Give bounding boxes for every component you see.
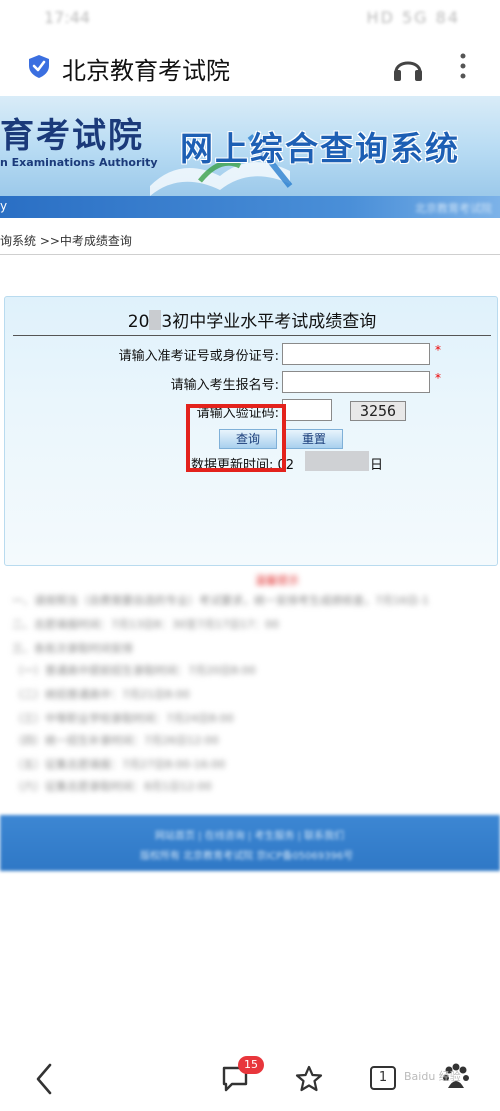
masked-date [305,451,369,471]
nav-strip: y 北京教育考试院 [0,196,500,218]
id-number-label: 请输入准考证号或身份证号: [118,349,279,364]
notice-line: 三、各批次录取时间安排 [12,642,133,655]
notice-line: （五）征集志愿填报：7月27日8:00-16:00 [12,758,226,771]
watermark-text: Baidu 经验 [404,1070,461,1083]
status-bar: 17:44 HD 5G 84 [0,0,500,36]
notice-heading: 温馨提示 [255,574,299,587]
back-icon[interactable] [34,1063,54,1095]
headphones-icon[interactable] [392,52,424,82]
browser-page: 17:44 HD 5G 84 北京教育考试院 育考试院 n Examinatio… [0,0,500,1111]
status-time: 17:44 [44,8,91,27]
shield-check-icon [29,55,49,78]
more-menu-icon[interactable] [456,50,470,82]
captcha-image[interactable]: 3256 [350,401,406,421]
notice-line: （三）中等职业学校录取时间：7月24日8:00 [12,712,234,725]
update-suffix: 日 [370,458,384,473]
id-number-input[interactable] [282,343,430,365]
nav-fragment: y [0,199,8,213]
star-icon[interactable] [294,1064,324,1094]
banner-logo-en: n Examinations Authority [0,156,158,169]
notice-line: （六）征集志愿录取时间：8月1日12:00 [12,780,212,793]
required-mark: * [435,371,441,385]
notice-line: 一、请按照当（自费需要自选的专业）考试要求，统一安排考生成绩核查，7月16日-1 [12,594,429,607]
panel-rule [13,335,491,336]
notice-line: （一）普通高中提前招生录取时间：7月20日8:00 [12,664,256,677]
registration-number-input[interactable] [282,371,430,393]
footer-links: 网站首页 | 在线咨询 | 考生服务 | 联系我们 [155,831,345,842]
browser-top-bar: 北京教育考试院 [0,36,500,96]
banner-logo: 育考试院 [0,116,144,156]
site-footer: 网站首页 | 在线咨询 | 考生服务 | 联系我们 版权所有 北京教育考试院 京… [0,815,500,871]
panel-title: 20 3初中学业水平考试成绩查询 [5,307,499,332]
notice-line: （二）统招普通高中：7月21日8:00 [12,688,190,701]
nav-right-text: 北京教育考试院 [415,202,492,215]
system-title: 网上综合查询系统 [180,129,460,168]
breadcrumb: 询系统 >>中考成绩查询 [0,234,132,248]
captcha-input[interactable] [282,399,332,421]
message-count-badge: 15 [238,1056,264,1074]
notice-line: （四）统一招生补录时间：7月26日12:00 [12,734,219,747]
registration-number-label: 请输入考生报名号: [170,378,279,393]
site-title: 北京教育考试院 [62,57,230,85]
footer-copyright: 版权所有 北京教育考试院 京ICP备05069396号 [140,851,354,862]
notice-line: 二、志愿填报时间：7月13日8：30至7月17日17：00 [12,618,279,631]
site-banner: 育考试院 n Examinations Authority 网上综合查询系统 [0,96,500,196]
tabs-button[interactable]: 1 [370,1066,396,1090]
title-mask [149,310,162,330]
panel-title-suffix: 3初中学业水平考试成绩查询 [161,312,377,332]
required-mark: * [435,343,441,357]
panel-title-prefix: 20 [127,312,150,332]
divider [0,254,500,255]
status-icons: HD 5G 84 [366,8,460,27]
reset-button[interactable]: 重置 [285,429,343,449]
highlight-box [186,404,286,472]
